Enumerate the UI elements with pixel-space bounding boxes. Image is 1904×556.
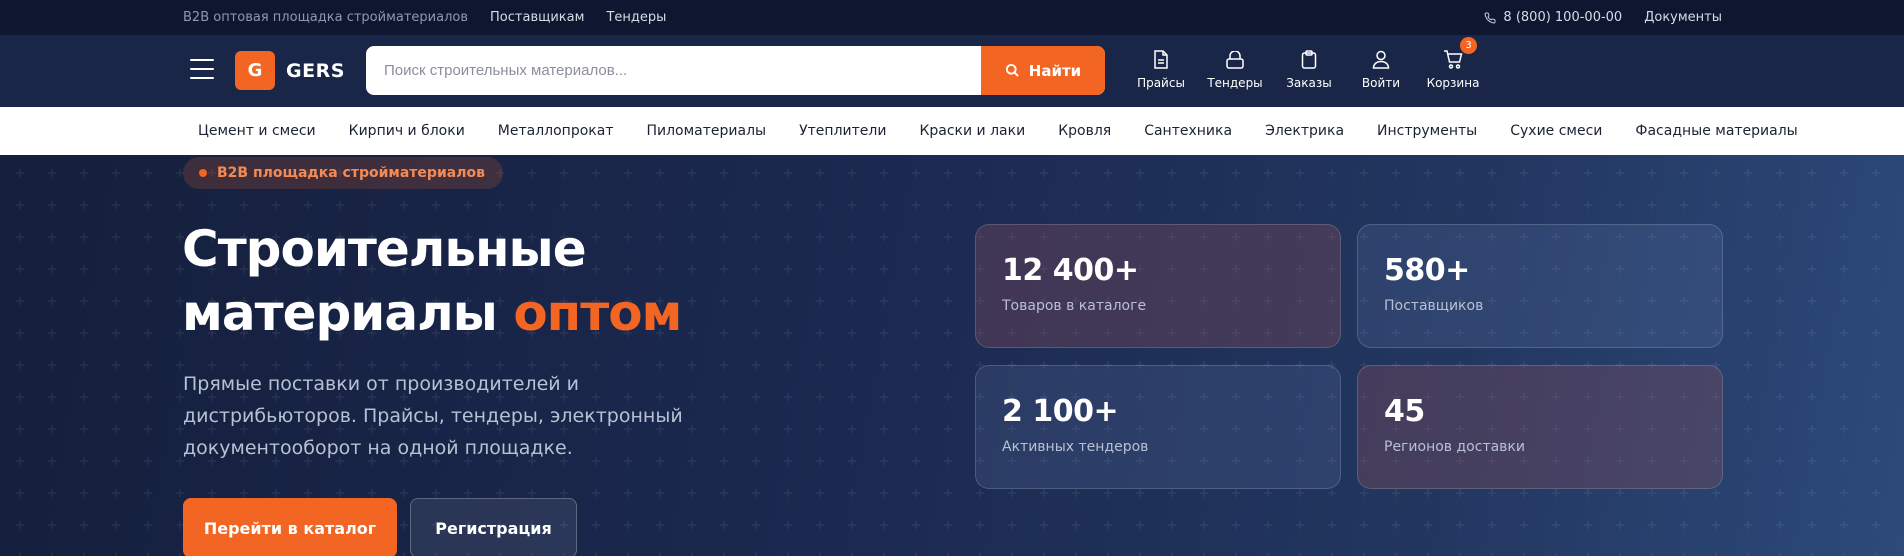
search-button-label: Найти [1028,61,1082,80]
category-item[interactable]: Кирпич и блоки [349,123,465,139]
stat-card-products: 12 400+ Товаров в каталоге [975,224,1341,348]
category-item[interactable]: Цемент и смеси [198,123,316,139]
stat-caption: Активных тендеров [1002,439,1149,455]
stat-caption: Поставщиков [1384,298,1484,314]
phone-number: 8 (800) 100-00-00 [1503,10,1623,25]
hero-badge-text: B2B площадка стройматериалов [217,165,485,181]
stat-card-suppliers: 580+ Поставщиков [1357,224,1723,348]
category-item[interactable]: Электрика [1265,123,1344,139]
category-item[interactable]: Пиломатериалы [646,123,766,139]
category-item[interactable]: Сантехника [1144,123,1232,139]
orders-label: Заказы [1286,76,1332,90]
top-bar: B2B оптовая площадка стройматериалов Пос… [0,0,1904,35]
stat-caption: Товаров в каталоге [1002,298,1147,314]
menu-icon[interactable] [190,59,214,81]
hero-title-line1: Строительные [182,220,587,278]
logo-text: GERS [286,59,345,82]
price-list-icon [1154,50,1168,69]
phone-link[interactable]: 8 (800) 100-00-00 [1484,10,1622,25]
plus-pattern-background [0,155,1904,556]
category-item[interactable]: Металлопрокат [498,123,614,139]
search-icon [1005,63,1019,77]
phone-icon [1484,11,1496,23]
tenders-link[interactable]: Тендеры [606,10,666,25]
stat-value: 2 100+ [1002,394,1119,429]
login-label: Войти [1361,76,1401,90]
prices-label: Прайсы [1137,76,1185,90]
site-tagline: B2B оптовая площадка стройматериалов [183,10,469,25]
user-icon [1372,50,1390,69]
catalog-button[interactable]: Перейти в каталог [183,498,397,556]
hero-section: B2B площадка стройматериалов Строительны… [0,155,1904,556]
header-actions: Прайсы Тендеры Заказы Войти 3 Корзина [1132,37,1496,90]
logo-badge: G [235,51,275,90]
main-header: G GERS Найти Прайсы Тендеры Заказы Войти… [0,35,1904,107]
search-button[interactable]: Найти [981,46,1105,95]
cart-button[interactable]: 3 Корзина [1424,37,1482,90]
tender-icon [1226,51,1244,69]
login-button[interactable]: Войти [1352,41,1410,90]
search-input[interactable] [366,46,982,95]
category-nav: Цемент и смеси Кирпич и блоки Металлопро… [0,107,1904,155]
prices-button[interactable]: Прайсы [1132,41,1190,90]
category-item[interactable]: Кровля [1058,123,1111,139]
hero-title-accent: оптом [513,284,682,342]
hero-title-line2: материалы [182,284,498,342]
cart-count-badge: 3 [1460,37,1477,54]
orders-button[interactable]: Заказы [1280,41,1338,90]
stat-value: 12 400+ [1002,253,1139,288]
stat-card-tenders: 2 100+ Активных тендеров [975,365,1341,489]
cart-icon [1444,50,1463,69]
tenders-label: Тендеры [1207,76,1263,90]
hero-subtitle: Прямые поставки от производителей и дист… [183,373,683,459]
register-button[interactable]: Регистрация [410,498,577,556]
search-bar: Найти [366,46,1105,95]
category-item[interactable]: Краски и лаки [919,123,1025,139]
stat-value: 45 [1384,394,1425,429]
suppliers-link[interactable]: Поставщикам [490,10,584,25]
stat-caption: Регионов доставки [1384,439,1525,455]
category-item[interactable]: Утеплители [799,123,886,139]
badge-dot-icon [199,169,207,177]
tenders-button[interactable]: Тендеры [1204,41,1266,90]
hero-title: Строительные материалы оптом [182,217,682,345]
documents-link[interactable]: Документы [1644,10,1722,25]
orders-icon [1301,50,1317,69]
hero-badge: B2B площадка стройматериалов [183,157,503,189]
category-item[interactable]: Фасадные материалы [1635,123,1797,139]
stat-card-regions: 45 Регионов доставки [1357,365,1723,489]
category-item[interactable]: Инструменты [1377,123,1477,139]
cart-label: Корзина [1426,76,1480,90]
logo[interactable]: G GERS [235,51,345,90]
category-item[interactable]: Сухие смеси [1510,123,1602,139]
stat-value: 580+ [1384,253,1470,288]
